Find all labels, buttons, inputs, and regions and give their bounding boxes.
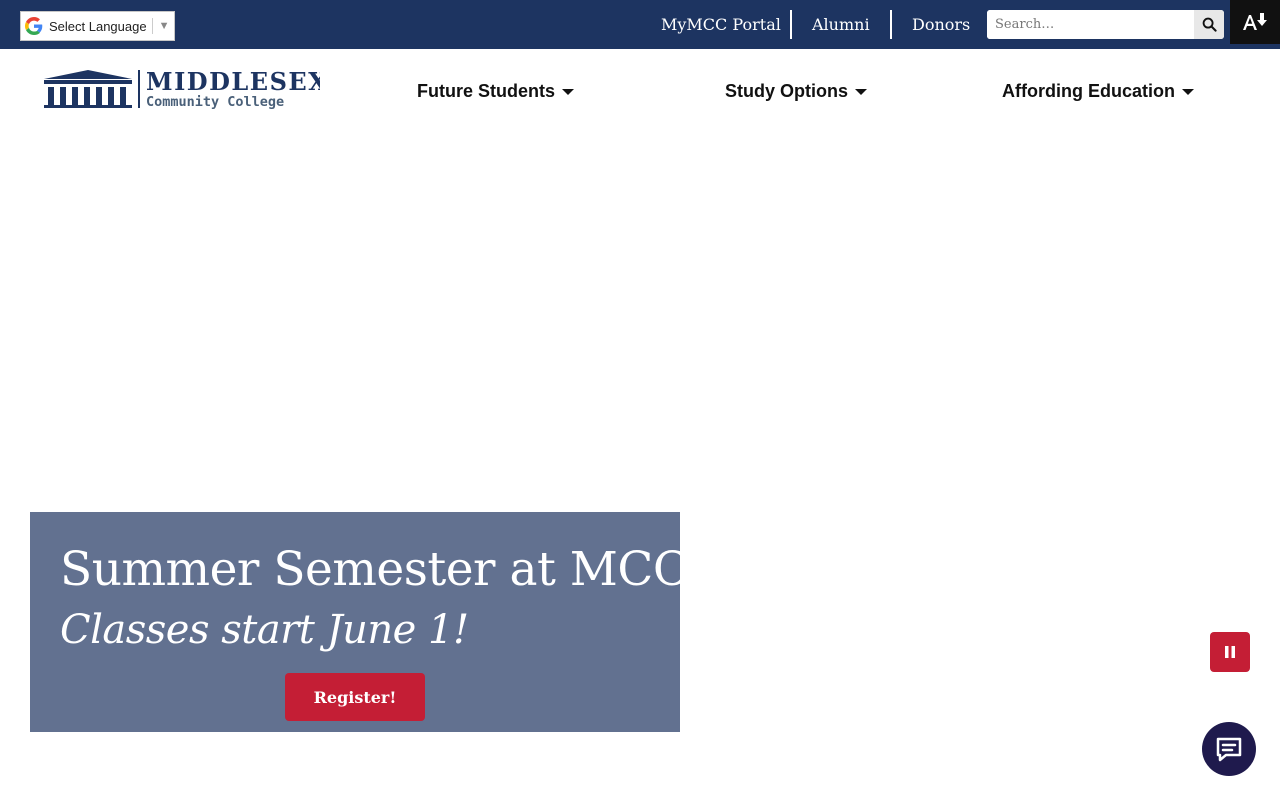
search-box xyxy=(987,10,1224,39)
utility-divider xyxy=(790,10,792,39)
caret-down-icon xyxy=(855,89,867,95)
college-logo[interactable]: MIDDLESEX Community College xyxy=(44,67,327,112)
nav-future-students-label: Future Students xyxy=(417,80,555,101)
nav-affording-education[interactable]: Affording Education xyxy=(1002,79,1194,103)
logo-subtitle: Community College xyxy=(146,94,284,110)
alumni-link-text[interactable]: Alumni xyxy=(812,15,870,34)
hero-subtitle: Classes start June 1! xyxy=(60,607,469,653)
nav-affording-education-label: Affording Education xyxy=(1002,80,1175,101)
nav-study-options-label: Study Options xyxy=(725,80,848,101)
caret-down-icon xyxy=(562,89,574,95)
language-selector[interactable]: Select Language ▼ xyxy=(20,11,175,41)
dropdown-arrow-icon: ▼ xyxy=(158,20,170,32)
college-logo-mark: MIDDLESEX Community College xyxy=(44,67,327,110)
hero-title: Summer Semester at MCC xyxy=(60,542,689,597)
utility-divider xyxy=(890,10,892,39)
slider-pause-button[interactable] xyxy=(1210,632,1250,672)
nav-future-students[interactable]: Future Students xyxy=(417,79,574,103)
caret-down-icon xyxy=(1181,89,1194,95)
chat-button[interactable] xyxy=(1202,722,1256,776)
language-selector-label: Select Language xyxy=(49,18,147,34)
text-resize-icon xyxy=(1243,13,1267,30)
google-g-icon xyxy=(25,17,43,35)
donors-link[interactable]: Donors xyxy=(912,0,970,49)
language-divider xyxy=(151,18,153,34)
donors-link-text[interactable]: Donors xyxy=(912,15,970,34)
chat-icon xyxy=(1216,737,1242,762)
search-input[interactable] xyxy=(987,10,1194,39)
mymcc-portal-link-text[interactable]: MyMCC Portal xyxy=(661,15,781,34)
utility-bar: Select Language ▼ MyMCC Portal Alumni Do… xyxy=(0,0,1280,49)
pause-icon xyxy=(1225,646,1235,658)
hero-caption-panel: Summer Semester at MCC Classes start Jun… xyxy=(30,512,689,732)
nav-study-options[interactable]: Study Options xyxy=(725,79,867,103)
search-button[interactable] xyxy=(1194,10,1224,39)
mymcc-portal-link[interactable]: MyMCC Portal xyxy=(661,0,781,49)
alumni-link[interactable]: Alumni xyxy=(812,0,870,49)
accessibility-button[interactable] xyxy=(1230,0,1280,44)
register-button[interactable]: Register! xyxy=(285,673,425,721)
search-icon xyxy=(1202,17,1217,32)
logo-name: MIDDLESEX xyxy=(146,68,320,96)
